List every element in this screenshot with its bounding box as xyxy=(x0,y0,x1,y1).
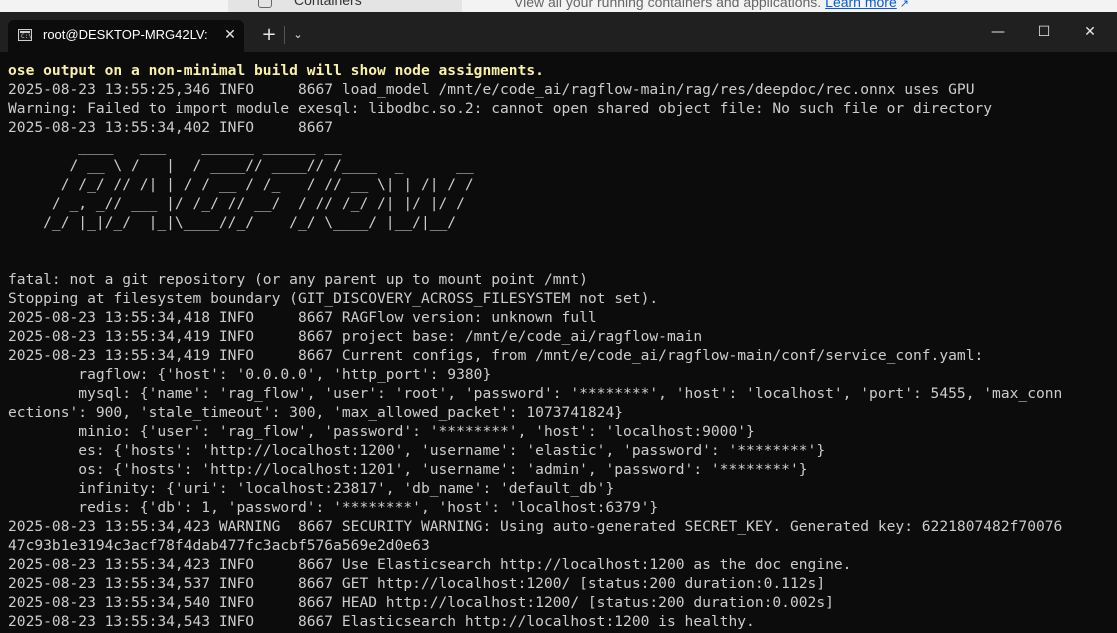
terminal-line: 2025-08-23 13:55:25,346 INFO 8667 load_m… xyxy=(8,81,975,98)
terminal-icon: C:\ xyxy=(18,29,32,41)
containers-icon xyxy=(258,0,272,8)
tab-title: root@DESKTOP-MRG42LV: /mnt xyxy=(43,27,208,42)
terminal-line: Stopping at filesystem boundary (GIT_DIS… xyxy=(8,290,659,307)
terminal-line: / __ \ / | / ____// ____// /____ _ __ xyxy=(8,157,474,174)
terminal-line: 2025-08-23 13:55:34,537 INFO 8667 GET ht… xyxy=(8,575,826,592)
terminal-line: redis: {'db': 1, 'password': '********',… xyxy=(8,499,659,516)
terminal-line: 2025-08-23 13:55:34,423 WARNING 8667 SEC… xyxy=(8,518,1063,535)
terminal-line: mysql: {'name': 'rag_flow', 'user': 'roo… xyxy=(8,385,1063,402)
tab-close-icon[interactable]: ✕ xyxy=(220,25,240,45)
maximize-button[interactable]: ☐ xyxy=(1021,12,1067,52)
terminal-line: 2025-08-23 13:55:34,402 INFO 8667 xyxy=(8,119,334,136)
background-description-text: View all your running containers and app… xyxy=(514,0,822,10)
chevron-down-icon[interactable]: ⌄ xyxy=(289,26,307,44)
background-app: Containers View all your running contain… xyxy=(0,0,1117,12)
terminal-line: ections': 900, 'stale_timeout': 300, 'ma… xyxy=(8,404,624,421)
terminal-line: ____ ___ ______ ______ __ xyxy=(8,138,342,155)
terminal-line: es: {'hosts': 'http://localhost:1200', '… xyxy=(8,442,826,459)
terminal-window: C:\ root@DESKTOP-MRG42LV: /mnt ✕ + ⌄ — ☐… xyxy=(0,12,1117,633)
terminal-line: minio: {'user': 'rag_flow', 'password': … xyxy=(8,423,755,440)
terminal-line: 2025-08-23 13:55:34,419 INFO 8667 projec… xyxy=(8,328,703,345)
sidebar-item-containers[interactable]: Containers xyxy=(294,0,362,8)
terminal-line: ragflow: {'host': '0.0.0.0', 'http_port'… xyxy=(8,366,492,383)
terminal-line: / /_/ // /| | / / __ / /_ / // __ \| | /… xyxy=(8,176,474,193)
terminal-line: fatal: not a git repository (or any pare… xyxy=(8,271,588,288)
divider xyxy=(284,26,285,44)
terminal-line: / _, _// ___ |/ /_/ // __/ / // /_/ /| |… xyxy=(8,195,465,212)
terminal-output[interactable]: ose output on a non-minimal build will s… xyxy=(8,61,1113,633)
title-bar[interactable]: C:\ root@DESKTOP-MRG42LV: /mnt ✕ + ⌄ — ☐… xyxy=(0,12,1117,52)
close-button[interactable]: ✕ xyxy=(1067,12,1113,52)
minimize-button[interactable]: — xyxy=(975,12,1021,52)
terminal-line: 2025-08-23 13:55:34,418 INFO 8667 RAGFlo… xyxy=(8,309,597,326)
terminal-line: 2025-08-23 13:55:34,423 INFO 8667 Use El… xyxy=(8,556,852,573)
learn-more-link[interactable]: Learn more xyxy=(825,0,897,10)
terminal-line: ose output on a non-minimal build will s… xyxy=(8,62,544,79)
tab-terminal[interactable]: C:\ root@DESKTOP-MRG42LV: /mnt ✕ xyxy=(8,20,244,52)
terminal-line: os: {'hosts': 'http://localhost:1201', '… xyxy=(8,461,808,478)
terminal-line: 2025-08-23 13:55:34,419 INFO 8667 Curren… xyxy=(8,347,984,364)
terminal-line: 2025-08-23 13:55:34,540 INFO 8667 HEAD h… xyxy=(8,594,834,611)
terminal-line: Warning: Failed to import module exesql:… xyxy=(8,100,993,117)
terminal-line: 47c93b1e3194c3acf78f4dab477fc3acbf576a56… xyxy=(8,537,430,554)
terminal-line: infinity: {'uri': 'localhost:23817', 'db… xyxy=(8,480,615,497)
external-link-icon: ↗ xyxy=(899,0,909,10)
background-description: View all your running containers and app… xyxy=(514,0,909,10)
terminal-line: /_/ |_|/_/ |_|\____//_/ /_/ \____/ |__/|… xyxy=(8,214,457,231)
new-tab-button[interactable]: + xyxy=(257,24,281,46)
terminal-line: 2025-08-23 13:55:34,543 INFO 8667 Elasti… xyxy=(8,613,755,630)
